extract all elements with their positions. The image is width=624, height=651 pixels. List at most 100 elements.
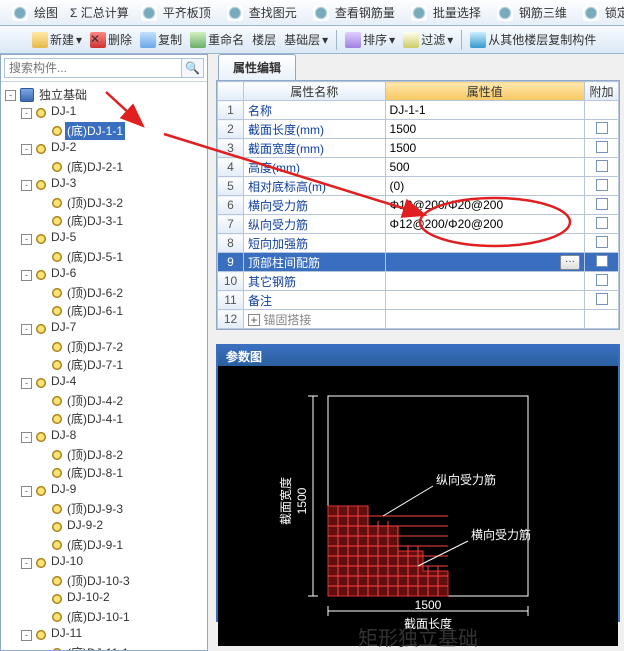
extra-checkbox[interactable] — [596, 141, 608, 153]
tree-toggle[interactable]: - — [5, 90, 16, 101]
extra-checkbox[interactable] — [596, 160, 608, 172]
prop-value-cell[interactable] — [385, 291, 584, 310]
tree-item-label[interactable]: (顶)DJ-7-2 — [65, 338, 125, 356]
tree-item-label[interactable]: (底)DJ-1-1 — [65, 122, 125, 140]
tree-item-label[interactable]: (底)DJ-5-1 — [65, 248, 125, 266]
tree-group-label[interactable]: DJ-2 — [49, 140, 78, 158]
filter-button[interactable]: 过滤 ▾ — [403, 31, 453, 48]
tree-toggle[interactable]: - — [21, 234, 32, 245]
property-row[interactable]: 3截面宽度(mm)1500 — [218, 139, 619, 158]
prop-value-cell[interactable]: (0) — [385, 177, 584, 196]
menu-lock[interactable]: 锁定 — [579, 4, 624, 22]
tree-toggle[interactable]: - — [21, 432, 32, 443]
tree-item-label[interactable]: (底)DJ-6-1 — [65, 302, 125, 320]
tree-group-label[interactable]: DJ-1 — [49, 104, 78, 122]
tree-toggle[interactable]: - — [21, 324, 32, 335]
tree-group-label[interactable]: DJ-11 — [49, 626, 84, 644]
property-row[interactable]: 7纵向受力筋Φ12@200/Φ20@200 — [218, 215, 619, 234]
tree-group-label[interactable]: DJ-8 — [49, 428, 78, 446]
property-row[interactable]: 6横向受力筋Φ12@200/Φ20@200 — [218, 196, 619, 215]
extra-checkbox[interactable] — [596, 179, 608, 191]
tree-item-label[interactable]: (底)DJ-3-1 — [65, 212, 125, 230]
tree-item-label[interactable]: (底)DJ-2-1 — [65, 158, 125, 176]
extra-checkbox[interactable] — [596, 217, 608, 229]
property-row[interactable]: 5相对底标高(m)(0) — [218, 177, 619, 196]
tree-item-label[interactable]: (顶)DJ-6-2 — [65, 284, 125, 302]
tree-item-label[interactable]: (底)DJ-10-1 — [65, 608, 132, 626]
tree-item-label[interactable]: (顶)DJ-9-3 — [65, 500, 125, 518]
tree-toggle[interactable]: - — [21, 558, 32, 569]
expand-icon[interactable]: + — [248, 314, 260, 326]
prop-value-cell[interactable] — [385, 272, 584, 291]
tree-item-label[interactable]: (顶)DJ-8-2 — [65, 446, 125, 464]
tree-item-label[interactable]: (顶)DJ-3-2 — [65, 194, 125, 212]
extra-checkbox[interactable] — [596, 198, 608, 210]
tree-toggle[interactable]: - — [21, 108, 32, 119]
extra-checkbox[interactable] — [596, 274, 608, 286]
menu-sum[interactable]: Σ 汇总计算 — [70, 4, 129, 21]
tree-item-label[interactable]: (底)DJ-9-1 — [65, 536, 125, 554]
tree-item-label[interactable]: (底)DJ-4-1 — [65, 410, 125, 428]
tree-group-label[interactable]: DJ-5 — [49, 230, 78, 248]
search-input[interactable] — [4, 58, 182, 78]
property-row[interactable]: 4高度(mm)500 — [218, 158, 619, 177]
new-button[interactable]: 新建 ▾ — [32, 31, 82, 48]
tree-group-label[interactable]: DJ-4 — [49, 374, 78, 392]
copy-button[interactable]: 复制 — [140, 31, 182, 48]
tree-group-label[interactable]: DJ-7 — [49, 320, 78, 338]
menu-find-shape[interactable]: 查找图元 — [223, 4, 301, 22]
tree-group-label[interactable]: DJ-6 — [49, 266, 78, 284]
property-row[interactable]: 8短向加强筋 — [218, 234, 619, 253]
tree-toggle[interactable]: - — [21, 180, 32, 191]
menu-draw[interactable]: 绘图 — [8, 4, 62, 22]
prop-value-cell[interactable] — [385, 234, 584, 253]
base-floor-dropdown[interactable]: 基础层 ▾ — [284, 31, 328, 48]
tree-item-label[interactable]: (底)DJ-11-1 — [65, 644, 131, 650]
menu-flat-top[interactable]: 平齐板顶 — [137, 4, 215, 22]
prop-value-cell[interactable]: Φ12@200/Φ20@200 — [385, 215, 584, 234]
menu-rebar-3d[interactable]: 钢筋三维 — [493, 4, 571, 22]
extra-checkbox[interactable] — [596, 236, 608, 248]
property-row[interactable]: 2截面长度(mm)1500 — [218, 120, 619, 139]
tree-toggle[interactable]: - — [21, 486, 32, 497]
tree-toggle[interactable]: - — [21, 144, 32, 155]
property-row[interactable]: 12+ 锚固搭接 — [218, 310, 619, 329]
tree-item-label[interactable]: DJ-10-2 — [65, 590, 112, 608]
property-row[interactable]: 11备注 — [218, 291, 619, 310]
copy-from-floor-button[interactable]: 从其他楼层复制构件 — [470, 31, 596, 48]
tree-group-label[interactable]: DJ-9 — [49, 482, 78, 500]
search-button[interactable]: 🔍 — [182, 58, 204, 78]
tree-group-label[interactable]: DJ-3 — [49, 176, 78, 194]
tree-item-label[interactable]: (底)DJ-8-1 — [65, 464, 125, 482]
prop-value-cell[interactable]: 500 — [385, 158, 584, 177]
property-row[interactable]: 9顶部柱间配筋··· — [218, 253, 619, 272]
tree-toggle[interactable]: - — [21, 378, 32, 389]
tree-toggle[interactable]: - — [21, 270, 32, 281]
component-tree[interactable]: -独立基础-DJ-1(底)DJ-1-1-DJ-2(底)DJ-2-1-DJ-3(顶… — [1, 82, 207, 650]
menu-view-rebar[interactable]: 查看钢筋量 — [309, 4, 399, 22]
extra-checkbox[interactable] — [596, 122, 608, 134]
prop-value-cell[interactable]: 1500 — [385, 139, 584, 158]
tree-item-label[interactable]: DJ-9-2 — [65, 518, 105, 536]
tree-toggle[interactable]: - — [21, 630, 32, 641]
tree-item-label[interactable]: (顶)DJ-4-2 — [65, 392, 125, 410]
prop-value-cell[interactable]: Φ12@200/Φ20@200 — [385, 196, 584, 215]
property-row[interactable]: 1名称DJ-1-1 — [218, 101, 619, 120]
tree-item-label[interactable]: (底)DJ-7-1 — [65, 356, 125, 374]
delete-button[interactable]: ✕删除 — [90, 31, 132, 48]
tree-root-label[interactable]: 独立基础 — [37, 86, 89, 104]
menu-batch-select[interactable]: 批量选择 — [407, 4, 485, 22]
sort-button[interactable]: 排序 ▾ — [345, 31, 395, 48]
rename-button[interactable]: 重命名 — [190, 31, 244, 48]
prop-value-cell[interactable]: 1500 — [385, 120, 584, 139]
tree-group-label[interactable]: DJ-10 — [49, 554, 85, 572]
prop-value-cell[interactable] — [385, 310, 584, 329]
ellipsis-button[interactable]: ··· — [560, 255, 580, 270]
prop-value-cell[interactable]: DJ-1-1 — [385, 101, 584, 120]
extra-checkbox[interactable] — [596, 293, 608, 305]
tree-item-label[interactable]: (顶)DJ-10-3 — [65, 572, 132, 590]
extra-checkbox[interactable] — [596, 255, 608, 267]
prop-value-cell[interactable]: ··· — [385, 253, 584, 272]
tab-property-edit[interactable]: 属性编辑 — [218, 54, 296, 80]
property-row[interactable]: 10其它钢筋 — [218, 272, 619, 291]
